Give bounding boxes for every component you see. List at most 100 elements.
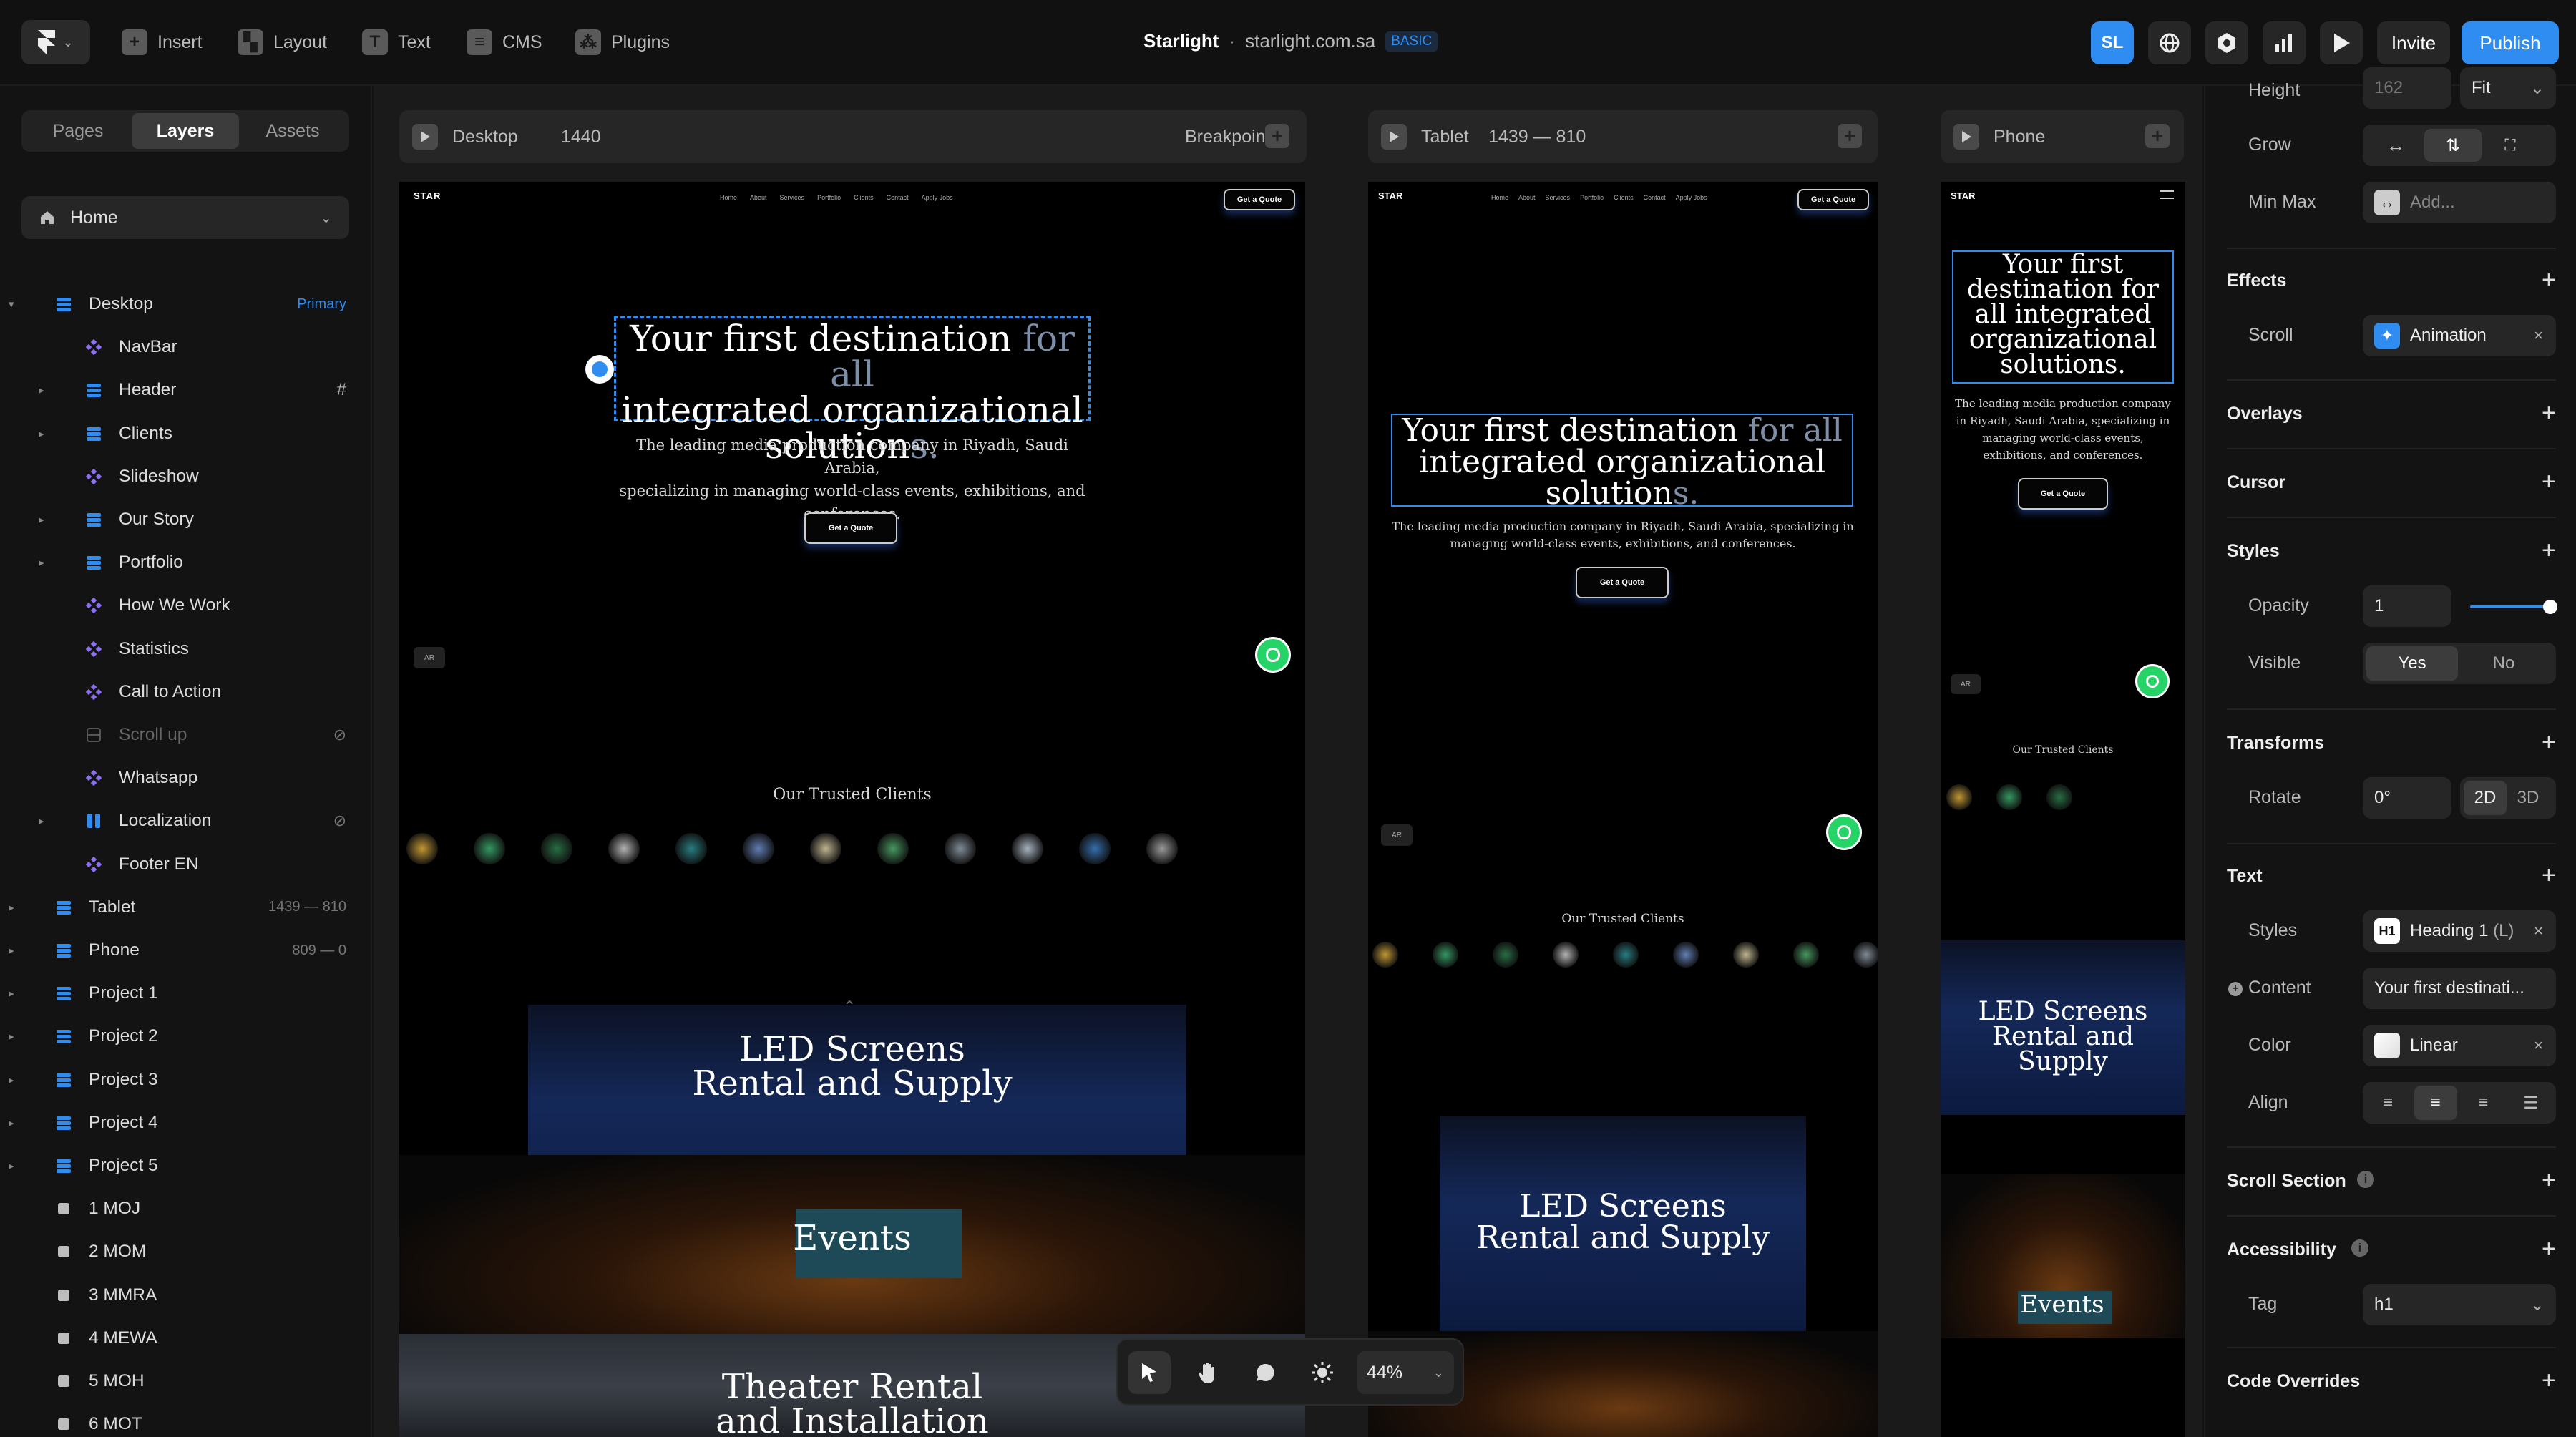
visible-yes[interactable]: Yes <box>2366 646 2458 681</box>
canvas[interactable]: Desktop 1440 Breakpoint + Tablet 1439 — … <box>374 86 2202 1437</box>
layer-row[interactable]: ▾ Desktop Primary <box>0 283 372 325</box>
visible-no[interactable]: No <box>2458 653 2550 673</box>
plugins-button[interactable]: ⁂ Plugins <box>575 23 670 62</box>
color-field[interactable]: Linear × <box>2363 1025 2556 1066</box>
layer-row[interactable]: ▸ Our Story <box>0 499 372 540</box>
nav-contact[interactable]: Contact <box>1644 194 1666 201</box>
nav-services[interactable]: Services <box>780 194 805 201</box>
align-left-icon[interactable]: ≡ <box>2366 1093 2409 1113</box>
cms-button[interactable]: ≡ CMS <box>467 23 542 62</box>
layer-row[interactable]: 2 MOM <box>0 1231 372 1272</box>
theme-toggle-icon[interactable] <box>1301 1351 1344 1394</box>
nav-home[interactable]: Home <box>1491 194 1508 201</box>
layer-row[interactable]: How We Work <box>0 585 372 626</box>
tab-layers[interactable]: Layers <box>132 113 239 149</box>
layer-row[interactable]: Call to Action <box>0 671 372 713</box>
layout-button[interactable]: ▚ Layout <box>238 23 327 62</box>
layer-row[interactable]: ▸ Project 1 <box>0 973 372 1014</box>
tab-assets[interactable]: Assets <box>239 113 346 149</box>
chevron-right-icon[interactable]: ▸ <box>39 814 44 827</box>
chevron-right-icon[interactable]: ▸ <box>39 427 44 440</box>
chevron-right-icon[interactable]: ▸ <box>9 1159 14 1172</box>
frame-header-desktop[interactable]: Desktop 1440 Breakpoint + <box>399 110 1307 163</box>
height-input[interactable]: 162 <box>2363 67 2451 109</box>
chevron-right-icon[interactable]: ▸ <box>9 987 14 1000</box>
nav-apply-jobs[interactable]: Apply Jobs <box>922 194 953 201</box>
nav-home[interactable]: Home <box>720 194 737 201</box>
whatsapp-icon[interactable] <box>1826 814 1862 850</box>
layer-row[interactable]: NavBar <box>0 326 372 368</box>
nav-quote-button[interactable]: Get a Quote <box>1797 189 1869 210</box>
nav-contact[interactable]: Contact <box>887 194 909 201</box>
layer-row[interactable]: ▸ Localization ⊘ <box>0 800 372 842</box>
layout-stack-handle[interactable] <box>585 355 614 384</box>
close-icon[interactable]: × <box>2534 326 2543 345</box>
add-text-icon[interactable]: + <box>2542 863 2556 887</box>
minmax-input[interactable]: ↔ Add... <box>2363 182 2556 223</box>
align-center-icon[interactable]: ≡ <box>2414 1086 2457 1120</box>
language-toggle[interactable]: AR <box>414 647 445 668</box>
tablet-frame[interactable]: STAR Home About Services Portfolio Clients Co… <box>1368 182 1878 1437</box>
text-style-field[interactable]: H1 Heading 1 (L) × <box>2363 910 2556 952</box>
chevron-right-icon[interactable]: ▸ <box>9 944 14 957</box>
hero-quote-button[interactable]: Get a Quote <box>804 512 897 544</box>
chevron-right-icon[interactable]: ▸ <box>9 1116 14 1129</box>
mode-3d[interactable]: 3D <box>2507 788 2550 808</box>
content-variable-icon[interactable]: + <box>2228 982 2243 996</box>
nav-about[interactable]: About <box>750 194 767 201</box>
close-icon[interactable]: × <box>2534 922 2543 940</box>
layer-row[interactable]: ▸ Clients <box>0 413 372 454</box>
layer-row[interactable]: 5 MOH <box>0 1360 372 1402</box>
layer-row[interactable]: ▸ Project 5 <box>0 1145 372 1187</box>
add-accessibility-icon[interactable]: + <box>2542 1237 2556 1261</box>
grow-vertical-icon[interactable]: ⇅ <box>2424 129 2482 162</box>
nav-clients[interactable]: Clients <box>1614 194 1634 201</box>
hero-heading[interactable]: Your first destination for all integrate… <box>1952 252 2174 378</box>
layer-row[interactable]: ▸ Header # <box>0 369 372 411</box>
settings-icon[interactable] <box>2205 21 2248 64</box>
preview-play-icon[interactable] <box>2320 21 2363 64</box>
add-breakpoint-icon[interactable]: + <box>1265 124 1289 148</box>
layer-row[interactable]: ▸ Project 4 <box>0 1102 372 1144</box>
nav-services[interactable]: Services <box>1546 194 1571 201</box>
language-toggle[interactable]: AR <box>1381 824 1413 846</box>
mode-2d[interactable]: 2D <box>2464 781 2507 815</box>
play-icon[interactable] <box>1953 124 1979 150</box>
publish-button[interactable]: Publish <box>2462 21 2559 64</box>
close-icon[interactable]: × <box>2534 1036 2543 1055</box>
layer-row[interactable]: ▸ Portfolio <box>0 542 372 583</box>
nav-quote-button[interactable]: Get a Quote <box>1224 189 1295 210</box>
layer-row[interactable]: 3 MMRA <box>0 1275 372 1316</box>
whatsapp-icon[interactable] <box>2135 664 2170 698</box>
invite-button[interactable]: Invite <box>2377 21 2450 64</box>
layer-row[interactable]: ▸ Project 3 <box>0 1059 372 1101</box>
add-scroll-section-icon[interactable]: + <box>2542 1168 2556 1192</box>
add-style-icon[interactable]: + <box>2542 538 2556 562</box>
hero-quote-button[interactable]: Get a Quote <box>2018 478 2108 510</box>
layer-row[interactable]: ▸ Tablet 1439 — 810 <box>0 887 372 928</box>
align-justify-icon[interactable]: ☰ <box>2509 1093 2552 1114</box>
insert-button[interactable]: + Insert <box>122 23 203 62</box>
layer-row[interactable]: 6 MOT <box>0 1403 372 1437</box>
avatar[interactable]: SL <box>2091 21 2134 64</box>
hand-tool-icon[interactable] <box>1186 1351 1229 1394</box>
scroll-animation-field[interactable]: ✦ Animation × <box>2363 315 2556 356</box>
content-input[interactable]: Your first destinati... <box>2363 968 2556 1009</box>
play-icon[interactable] <box>1381 124 1407 150</box>
select-tool-icon[interactable] <box>1128 1351 1171 1394</box>
opacity-slider-knob[interactable] <box>2543 600 2557 614</box>
tag-select[interactable]: h1 ⌄ <box>2363 1284 2556 1325</box>
analytics-icon[interactable] <box>2263 21 2306 64</box>
grow-fill-icon[interactable]: ⛶ <box>2482 136 2539 155</box>
layer-row[interactable]: Slideshow <box>0 456 372 497</box>
frame-header-phone[interactable]: Phone + <box>1941 110 2184 163</box>
hamburger-menu-icon[interactable] <box>2160 190 2174 199</box>
hero-heading[interactable]: Your first destination for all integrate… <box>1391 415 1853 510</box>
desktop-frame[interactable]: STAR Home About Services Portfolio Clients Co… <box>399 182 1305 1437</box>
nav-portfolio[interactable]: Portfolio <box>817 194 841 201</box>
layer-row[interactable]: ▸ Phone 809 — 0 <box>0 930 372 971</box>
globe-icon[interactable] <box>2148 21 2191 64</box>
info-icon[interactable]: i <box>2357 1171 2374 1188</box>
add-code-override-icon[interactable]: + <box>2542 1368 2556 1393</box>
phone-frame[interactable]: STAR Your first destination for all inte… <box>1941 182 2185 1437</box>
